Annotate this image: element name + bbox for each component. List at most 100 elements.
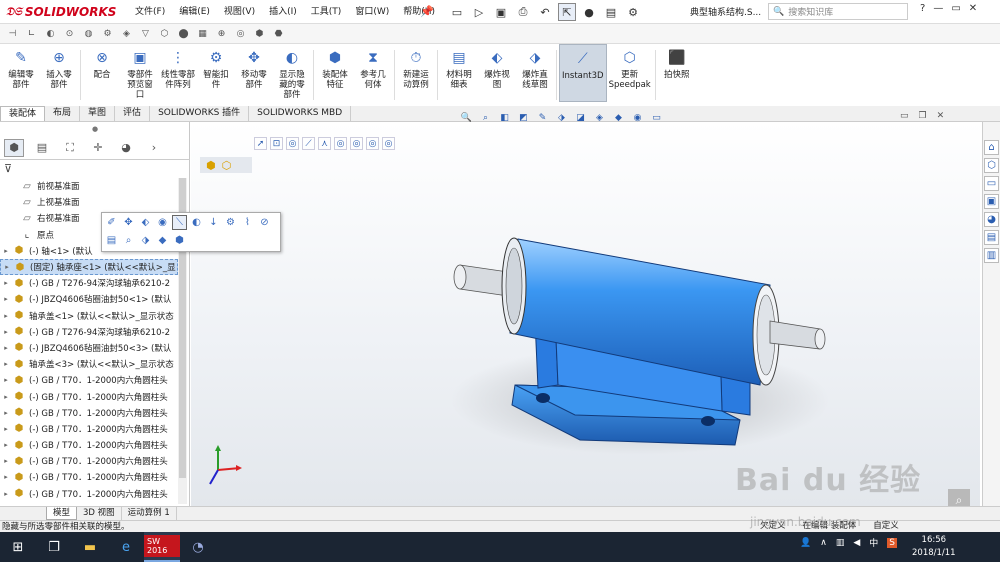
- expand-arrow-icon[interactable]: ▸: [0, 441, 12, 449]
- tree-item[interactable]: ▸ ⬢ 轴承盖<3> (默认<<默认>_显示状态: [0, 356, 178, 372]
- zoom-to-fit-icon[interactable]: 🔍: [460, 111, 473, 124]
- tree-item[interactable]: ▸ ⬢ 轴承盖<1> (默认<<默认>_显示状态: [0, 308, 178, 324]
- ime-indicator[interactable]: 中: [869, 536, 878, 549]
- ribbon-button[interactable]: ⧗ 参考几 何体: [354, 44, 392, 90]
- filter-points-icon[interactable]: ◎: [350, 137, 363, 150]
- filter-bodies-icon[interactable]: ◎: [382, 137, 395, 150]
- toolbar-icon[interactable]: ⬢: [253, 27, 266, 40]
- tree-item[interactable]: ▸ ⬢ (-) GB / T276-94深沟球轴承6210-2: [0, 275, 178, 291]
- appearances-icon[interactable]: ◕: [984, 212, 999, 227]
- menu-item[interactable]: 插入(I): [262, 0, 304, 24]
- app-taskbar-icon[interactable]: ◔: [180, 532, 216, 562]
- task-view-icon[interactable]: ❐: [36, 532, 72, 562]
- tree-item[interactable]: ▸ ⬢ (-) GB / T70．1-2000内六角圆柱头: [0, 388, 178, 404]
- expand-arrow-icon[interactable]: ▸: [0, 473, 12, 481]
- toolbar-icon[interactable]: ◎: [234, 27, 247, 40]
- tree-item[interactable]: ▸ ⬢ (-) GB / T276-94深沟球轴承6210-2: [0, 324, 178, 340]
- tree-item[interactable]: ▸ ⬢ (固定) 轴承座<1> (默认<<默认>_显: [0, 258, 178, 276]
- ribbon-button[interactable]: ◐ 显示隐 藏的零 部件: [273, 44, 311, 100]
- solidworks-logo[interactable]: 𝔇𝔖 SOLIDWORKS: [6, 4, 116, 20]
- expand-arrow-icon[interactable]: ▸: [0, 393, 12, 401]
- rebuild-icon[interactable]: ●: [580, 3, 598, 21]
- new-file-icon[interactable]: ▭: [448, 3, 466, 21]
- tree-item[interactable]: ▱ 上视基准面: [0, 194, 178, 210]
- filter-surfaces-icon[interactable]: ◎: [366, 137, 379, 150]
- toolbar-icon[interactable]: ⊕: [215, 27, 228, 40]
- toolbar-icon[interactable]: ⬣: [272, 27, 285, 40]
- ribbon-button[interactable]: ⬗ 爆炸直 线草图: [516, 44, 554, 90]
- expand-arrow-icon[interactable]: ▸: [0, 376, 12, 384]
- menu-item[interactable]: 窗口(W): [348, 0, 396, 24]
- filter-vertices-icon[interactable]: ⊡: [270, 137, 283, 150]
- tray-up-chevron-icon[interactable]: ∧: [820, 538, 827, 548]
- open-file-icon[interactable]: ▷: [470, 3, 488, 21]
- design-library-icon[interactable]: ⬡: [984, 158, 999, 173]
- mate-clip-icon[interactable]: ⌇: [240, 215, 255, 230]
- toolbar-icon[interactable]: ⬤: [177, 27, 190, 40]
- filter-axes-icon[interactable]: ⋏: [318, 137, 331, 150]
- expand-arrow-icon[interactable]: ▸: [0, 328, 12, 336]
- toolbar-icon[interactable]: ◐: [44, 27, 57, 40]
- move-icon[interactable]: ✥: [121, 215, 136, 230]
- ribbon-button[interactable]: ⬖ 爆炸视 图: [478, 44, 516, 90]
- open-part-icon[interactable]: ⬢: [172, 233, 187, 248]
- ribbon-button[interactable]: ⋮ 线性零部 件阵列: [159, 44, 197, 90]
- command-tab[interactable]: 评估: [115, 106, 151, 121]
- expand-arrow-icon[interactable]: ▸: [0, 360, 12, 368]
- filter-planes-icon[interactable]: ◎: [334, 137, 347, 150]
- breadcrumb-assembly[interactable]: ⬢ ⬡: [200, 157, 252, 173]
- tree-item[interactable]: ▸ ⬢ (-) GB / T70．1-2000内六角圆柱头: [0, 453, 178, 469]
- tree-item[interactable]: ▸ ⬢ (-) GB / T70．1-2000内六角圆柱头: [0, 405, 178, 421]
- arrow-icon[interactable]: ➚: [254, 137, 267, 150]
- ribbon-button[interactable]: ⟋ Instant3D: [559, 44, 607, 102]
- property-manager-tab-icon[interactable]: ▤: [32, 139, 52, 157]
- hide-show-items-icon[interactable]: ◈: [593, 111, 606, 124]
- panel-grip[interactable]: ●: [92, 125, 98, 133]
- replace-icon[interactable]: ⬖: [138, 215, 153, 230]
- tree-item[interactable]: ▸ ⬢ (-) GB / T70．1-2000内六角圆柱头: [0, 421, 178, 437]
- solidworks-taskbar-icon[interactable]: SW 2016: [144, 532, 180, 562]
- search-input[interactable]: 🔍 搜索知识库: [768, 3, 908, 20]
- toolbar-icon[interactable]: ⬡: [158, 27, 171, 40]
- ribbon-button[interactable]: ⬛ 拍快照: [658, 44, 696, 80]
- assembly-model[interactable]: [440, 225, 830, 465]
- save-icon[interactable]: ▣: [492, 3, 510, 21]
- edit-appearance-icon[interactable]: ◆: [612, 111, 625, 124]
- float-icon[interactable]: ⚙: [223, 215, 238, 230]
- bottom-tab[interactable]: 3D 视图: [77, 507, 122, 520]
- expand-arrow-icon[interactable]: ▸: [0, 457, 12, 465]
- color-icon[interactable]: ◆: [155, 233, 170, 248]
- hide-component-icon[interactable]: ⟍: [172, 215, 187, 230]
- file-explorer-taskbar-icon[interactable]: ▬: [72, 532, 108, 562]
- undo-icon[interactable]: ↶: [536, 3, 554, 21]
- solidworks-forum-icon[interactable]: ▥: [984, 248, 999, 263]
- ribbon-button[interactable]: ⬢ 装配体 特征: [316, 44, 354, 90]
- tree-item[interactable]: ▸ ⬢ (-) GB / T70．1-2000内六角圆柱头: [0, 469, 178, 485]
- file-explorer-icon[interactable]: ▭: [984, 176, 999, 191]
- help-icon[interactable]: ?: [920, 3, 925, 14]
- view-palette-icon[interactable]: ▣: [984, 194, 999, 209]
- expand-arrow-icon[interactable]: ▸: [0, 425, 12, 433]
- ribbon-button[interactable]: ⏱ 新建运 动算例: [397, 44, 435, 90]
- volume-icon[interactable]: ◀: [853, 538, 860, 548]
- ribbon-button[interactable]: ⚙ 智能扣 件: [197, 44, 235, 90]
- toolbar-icon[interactable]: ∟: [25, 27, 38, 40]
- section-view-icon[interactable]: ◩: [517, 111, 530, 124]
- menu-item[interactable]: 工具(T): [304, 0, 349, 24]
- display-style-icon[interactable]: ◪: [574, 111, 587, 124]
- ribbon-button[interactable]: ⊕ 插入零 部件: [40, 44, 78, 90]
- minimize-icon[interactable]: —: [933, 3, 943, 14]
- expand-arrow-icon[interactable]: ▸: [0, 295, 12, 303]
- toolbar-icon[interactable]: ⚙: [101, 27, 114, 40]
- network-icon[interactable]: ▥: [836, 538, 845, 548]
- zoom-selection-icon[interactable]: ⌕: [121, 233, 136, 248]
- ribbon-button[interactable]: ⊗ 配合: [83, 44, 121, 80]
- command-tab[interactable]: 草图: [80, 106, 116, 121]
- configuration-tab-icon[interactable]: ⛶: [60, 139, 80, 157]
- command-tab[interactable]: 装配体: [0, 106, 46, 121]
- command-tab[interactable]: SOLIDWORKS 插件: [150, 106, 250, 121]
- custom-properties-icon[interactable]: ▤: [984, 230, 999, 245]
- edit-part-icon[interactable]: ✐: [104, 215, 119, 230]
- expand-arrow-icon[interactable]: ▸: [0, 312, 12, 320]
- tree-item[interactable]: ▱ 前视基准面: [0, 178, 178, 194]
